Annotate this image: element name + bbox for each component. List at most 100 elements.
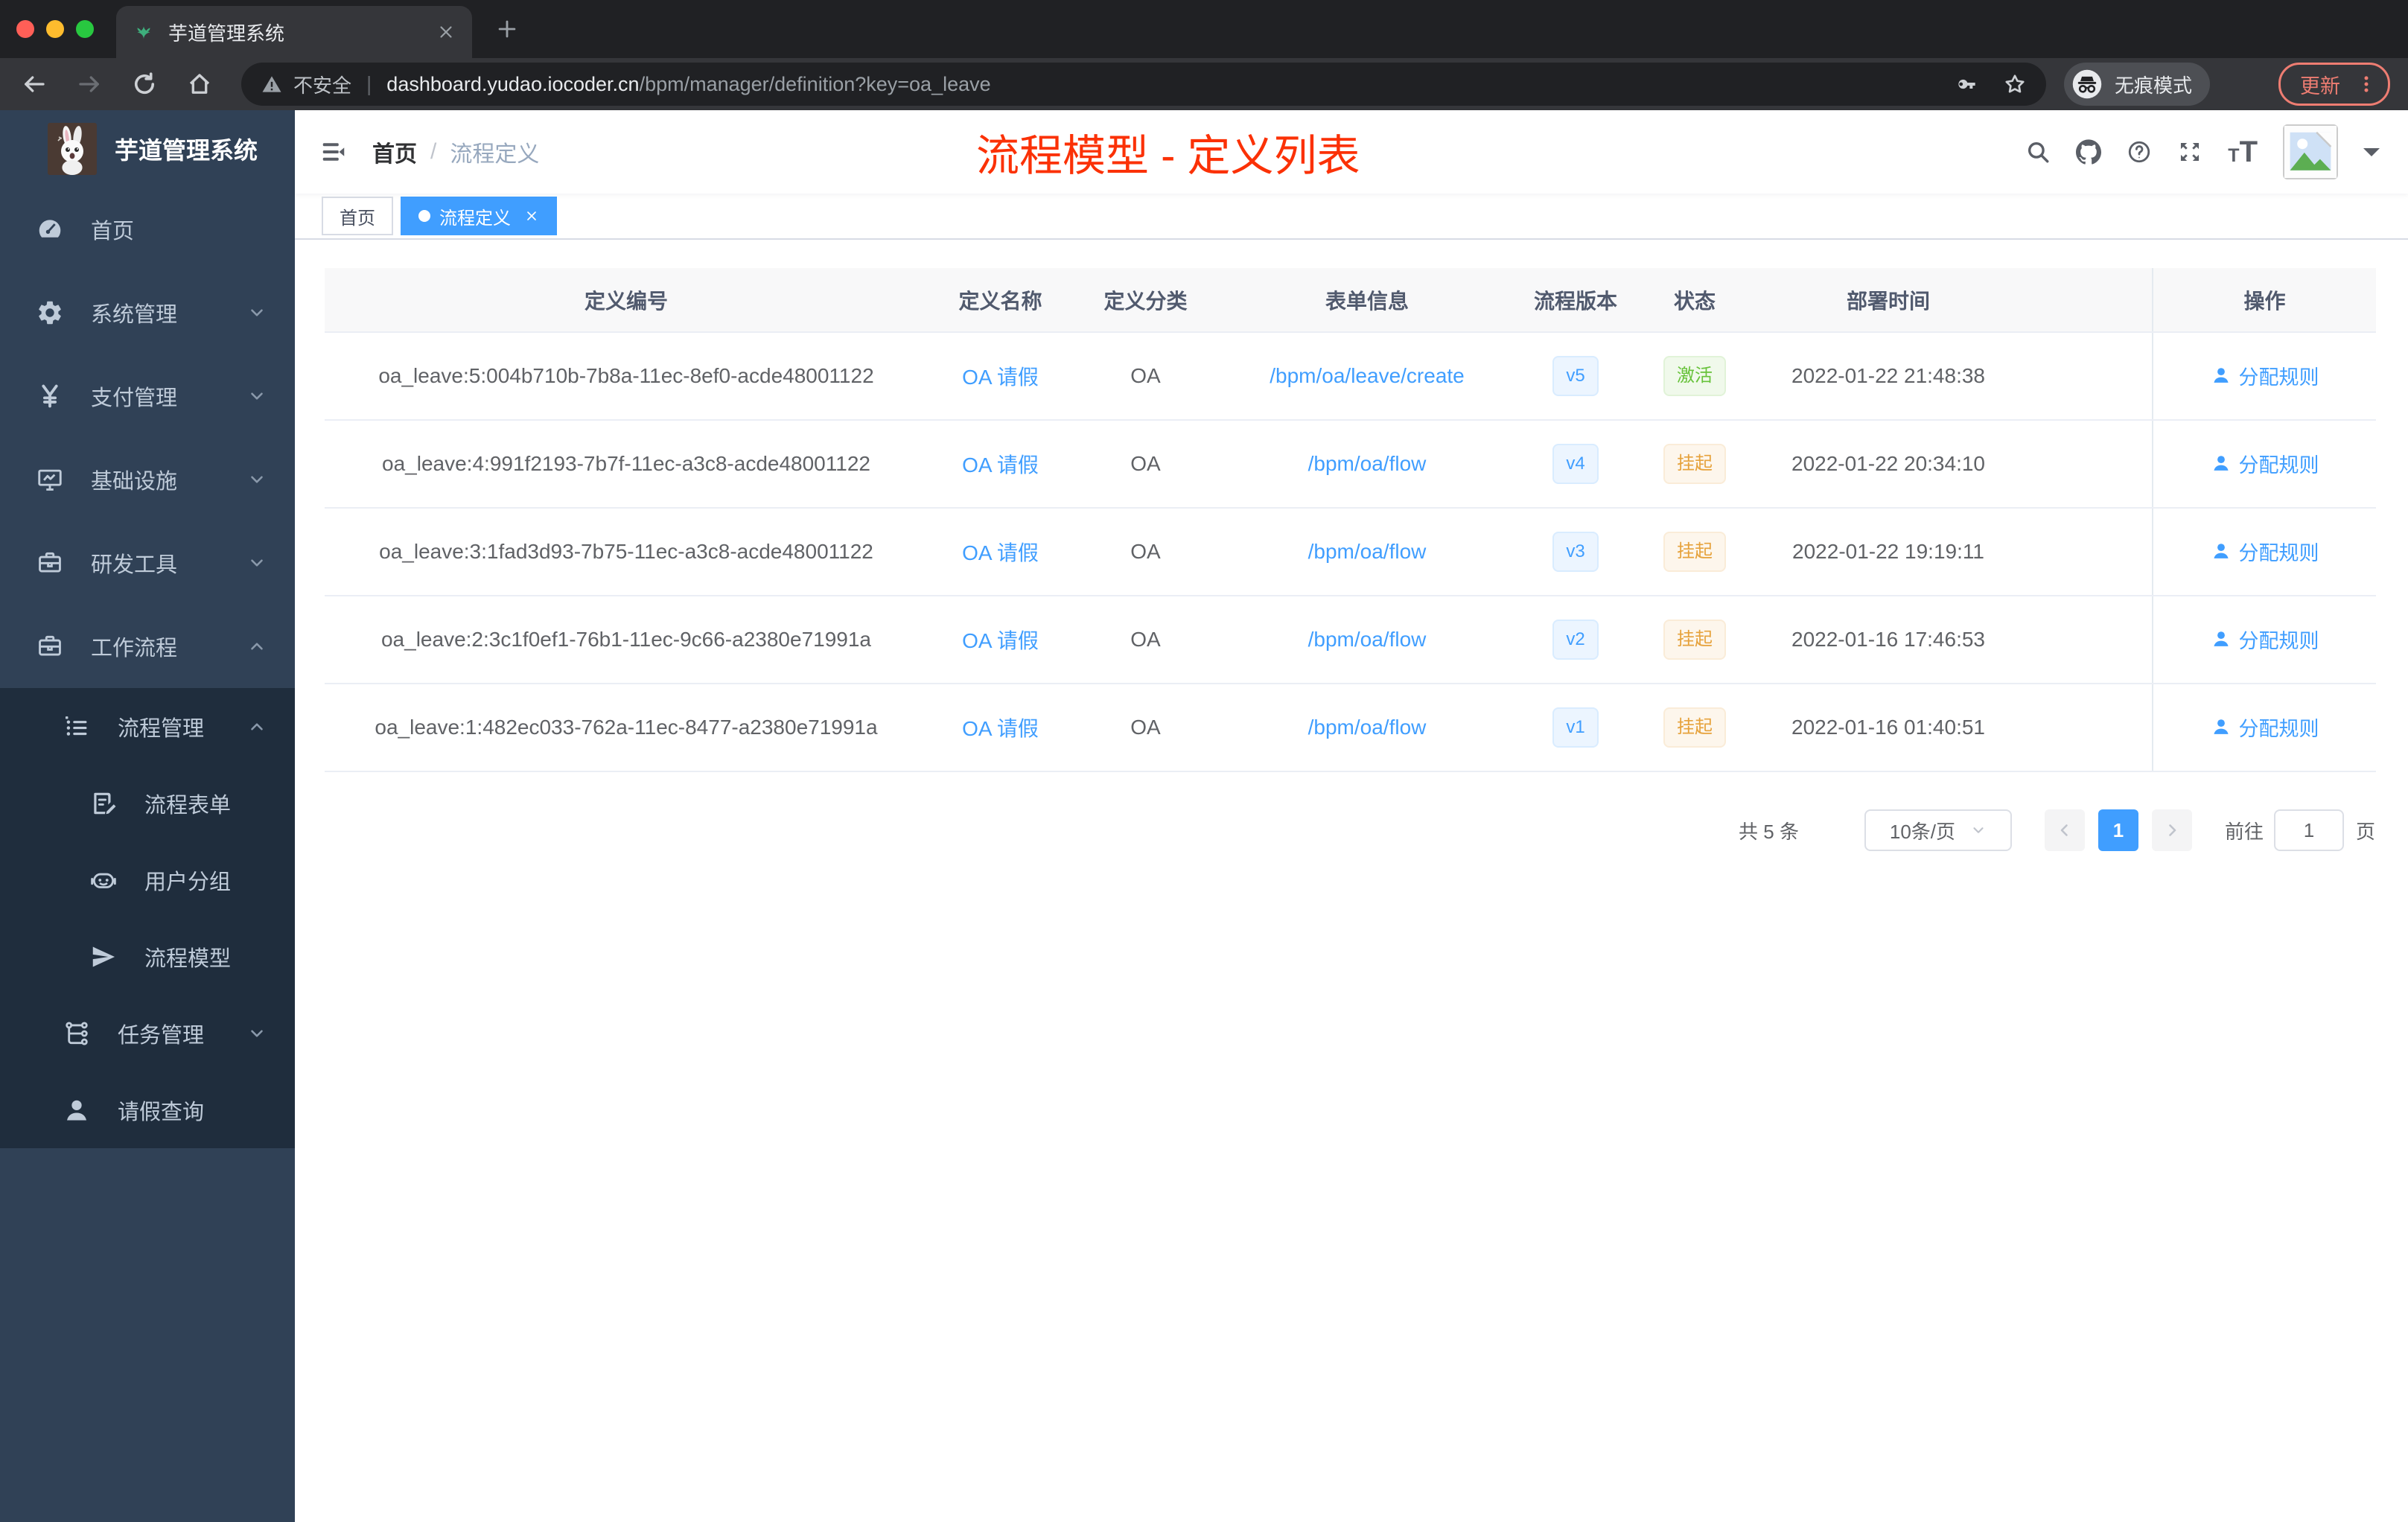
sidebar-item-process-model[interactable]: 流程模型: [0, 918, 295, 995]
definition-name-link[interactable]: OA 请假: [962, 629, 1039, 652]
sidebar-menu: 首页 系统管理支付管理基础设施 研发工具 工作流程 流程管理流程表单用户分组流程模型 任务…: [0, 188, 295, 1148]
form-link[interactable]: /bpm/oa/flow: [1308, 716, 1427, 739]
chrome-update-button[interactable]: 更新: [2278, 63, 2390, 106]
update-label: 更新: [2300, 74, 2340, 98]
page-size-select[interactable]: 10条/页: [1864, 809, 2012, 851]
assign-rule-button[interactable]: 分配规则: [2211, 625, 2319, 654]
sidebar-item-label: 支付管理: [91, 386, 178, 410]
monitor-icon: [36, 465, 64, 494]
sidebar-item-process-form[interactable]: 流程表单: [0, 765, 295, 841]
browser-menu-icon[interactable]: [2357, 74, 2376, 94]
page-content: 定义编号 定义名称 定义分类 表单信息 流程版本 状态 部署时间 操作 oa_leave:5:…: [295, 240, 2408, 1522]
cell-spacer: [2022, 596, 2153, 684]
app-navbar: 首页 / 流程定义 流程模型 - 定义列表 TT: [295, 110, 2408, 194]
yen-icon: [36, 382, 64, 410]
new-tab-button[interactable]: [494, 16, 520, 42]
app-title: 芋道管理系统: [115, 137, 258, 164]
cell-spacer: [2022, 332, 2153, 421]
cell-category: OA: [1073, 420, 1218, 509]
tag-active-流程定义[interactable]: 流程定义: [401, 197, 557, 235]
tag-首页[interactable]: 首页: [322, 197, 393, 235]
fullscreen-icon[interactable]: [2177, 139, 2202, 165]
chevron-down-icon: [247, 470, 267, 489]
tab-title: 芋道管理系统: [168, 22, 285, 45]
version-tag: v1: [1552, 707, 1599, 748]
column-header-status: 状态: [1635, 268, 1754, 333]
cell-deployTime: 2022-01-16 17:46:53: [1754, 596, 2022, 684]
back-button[interactable]: [21, 71, 48, 98]
font-size-icon[interactable]: TT: [2228, 137, 2258, 167]
deploy-time: 2022-01-16 17:46:53: [1791, 628, 1985, 651]
address-bar[interactable]: 不安全 | dashboard.yudao.iocoder.cn/bpm/man…: [241, 63, 2046, 106]
home-button[interactable]: [186, 71, 213, 98]
version-tag: v3: [1552, 532, 1599, 572]
sidebar-logo[interactable]: 芋道管理系统: [0, 110, 295, 188]
gauge-icon: [36, 215, 64, 243]
robot-icon: [89, 866, 118, 894]
sidebar-item-workflow[interactable]: 工作流程: [0, 605, 295, 688]
help-icon[interactable]: [2127, 139, 2152, 165]
sidebar: 芋道管理系统 首页 系统管理支付管理基础设施 研发工具 工作流程 流程管理流程表单用户分…: [0, 110, 295, 1522]
form-link[interactable]: /bpm/oa/flow: [1308, 452, 1427, 475]
form-icon: [89, 789, 118, 818]
version-tag: v2: [1552, 620, 1599, 660]
reload-button[interactable]: [131, 71, 158, 98]
goto-page-input[interactable]: [2273, 809, 2344, 851]
definition-name-link[interactable]: OA 请假: [962, 453, 1039, 477]
chevron-right-icon: [2163, 821, 2181, 839]
cell-id: oa_leave:1:482ec033-762a-11ec-8477-a2380…: [325, 684, 928, 772]
sidebar-item-task-management[interactable]: 任务管理: [0, 995, 295, 1072]
breadcrumb-home[interactable]: 首页: [372, 136, 417, 168]
next-page-button[interactable]: [2151, 809, 2192, 851]
table-header-row: 定义编号 定义名称 定义分类 表单信息 流程版本 状态 部署时间 操作: [325, 268, 2376, 333]
definition-table: 定义编号 定义名称 定义分类 表单信息 流程版本 状态 部署时间 操作 oa_leave:5:…: [325, 268, 2376, 772]
form-link[interactable]: /bpm/oa/leave/create: [1270, 364, 1465, 387]
definition-name-link[interactable]: OA 请假: [962, 541, 1039, 564]
cell-id: oa_leave:4:991f2193-7b7f-11ec-a3c8-acde4…: [325, 420, 928, 509]
sidebar-item-infrastructure[interactable]: 基础设施: [0, 438, 295, 521]
assign-rule-button[interactable]: 分配规则: [2211, 713, 2319, 742]
sidebar-item-label: 用户分组: [144, 870, 232, 894]
zoom-window-button[interactable]: [76, 20, 94, 38]
sidebar-item-label: 流程表单: [144, 793, 232, 818]
avatar-caret-down-icon[interactable]: [2363, 148, 2380, 165]
form-link[interactable]: /bpm/oa/flow: [1308, 540, 1427, 563]
definition-name-link[interactable]: OA 请假: [962, 366, 1039, 389]
cell-id: oa_leave:3:1fad3d93-7b75-11ec-a3c8-acde4…: [325, 508, 928, 596]
sidebar-item-system-management[interactable]: 系统管理: [0, 271, 295, 354]
github-icon[interactable]: [2076, 139, 2102, 165]
tag-close-icon[interactable]: [524, 208, 539, 223]
assign-rule-button[interactable]: 分配规则: [2211, 537, 2319, 566]
sidebar-item-process-management[interactable]: 流程管理: [0, 688, 295, 765]
sidebar-item-home[interactable]: 首页: [0, 188, 295, 271]
browser-tab[interactable]: 芋道管理系统: [116, 6, 472, 58]
minimize-window-button[interactable]: [46, 20, 64, 38]
sidebar-item-dev-tools[interactable]: 研发工具: [0, 521, 295, 605]
cell-status: 挂起: [1635, 420, 1754, 509]
form-link[interactable]: /bpm/oa/flow: [1308, 628, 1427, 651]
gear-icon: [36, 299, 64, 327]
page-number-1[interactable]: 1: [2098, 809, 2138, 851]
tab-close-icon[interactable]: [436, 22, 456, 42]
bookmark-icon[interactable]: [2003, 72, 2027, 96]
sidebar-item-user-group[interactable]: 用户分组: [0, 841, 295, 918]
not-secure-warning-icon[interactable]: [261, 73, 283, 95]
forward-button[interactable]: [76, 71, 103, 98]
prev-page-button[interactable]: [2044, 809, 2085, 851]
pagination: 共 5 条 10条/页 1 前往 页: [325, 809, 2375, 851]
table-row: oa_leave:1:482ec033-762a-11ec-8477-a2380…: [325, 684, 2376, 772]
close-window-button[interactable]: [16, 20, 34, 38]
password-manager-icon[interactable]: [1954, 72, 1978, 96]
search-icon[interactable]: [2025, 139, 2051, 165]
assign-rule-button[interactable]: 分配规则: [2211, 361, 2319, 390]
definition-id: oa_leave:5:004b710b-7b8a-11ec-8ef0-acde4…: [378, 364, 874, 387]
definition-name-link[interactable]: OA 请假: [962, 717, 1039, 740]
column-header-name: 定义名称: [928, 268, 1073, 333]
sidebar-item-leave-query[interactable]: 请假查询: [0, 1072, 295, 1148]
cell-id: oa_leave:5:004b710b-7b8a-11ec-8ef0-acde4…: [325, 332, 928, 421]
sidebar-item-payment-management[interactable]: 支付管理: [0, 354, 295, 438]
user-avatar[interactable]: [2283, 124, 2338, 179]
assign-rule-button[interactable]: 分配规则: [2211, 449, 2319, 478]
hamburger-icon[interactable]: [320, 138, 347, 165]
user-icon: [63, 1096, 91, 1124]
